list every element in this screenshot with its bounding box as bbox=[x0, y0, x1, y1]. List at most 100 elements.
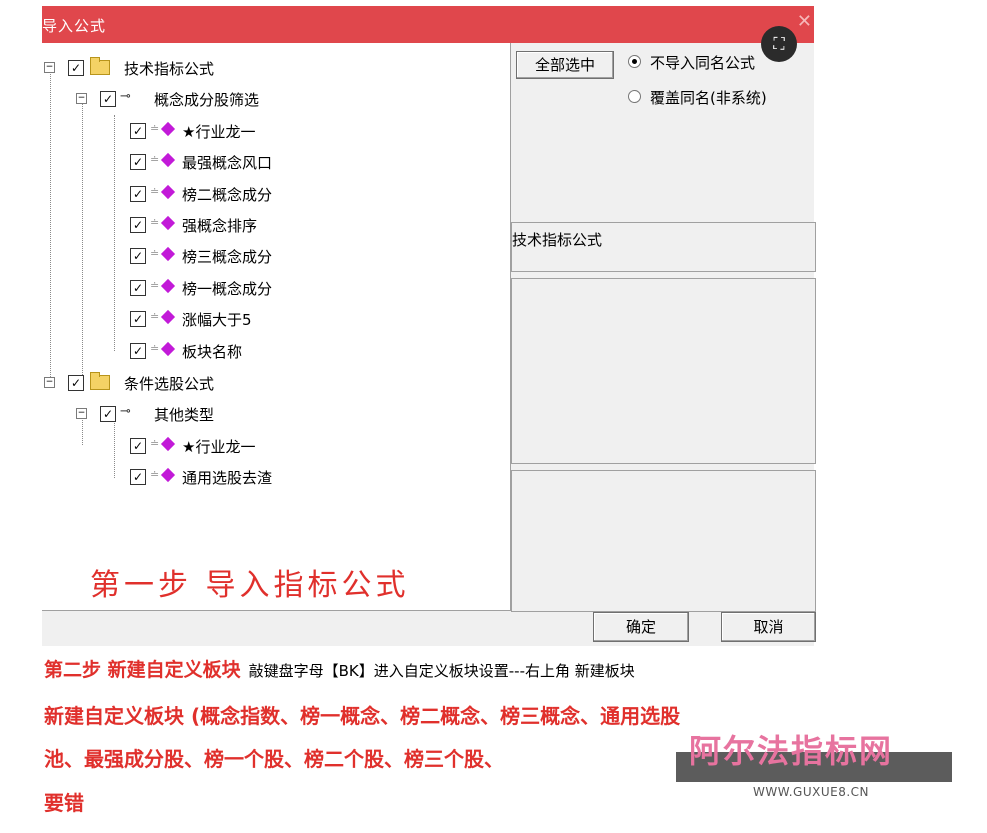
diamond-icon bbox=[160, 341, 176, 357]
tree-label: 其他类型 bbox=[154, 406, 215, 424]
close-icon[interactable]: ✕ bbox=[797, 11, 812, 32]
checkbox-checked[interactable]: ✓ bbox=[130, 311, 146, 327]
instruction-line-2: 池、最强成分股、榜一个股、榜二个股、榜三个股、 bbox=[44, 747, 504, 771]
checkbox-checked[interactable]: ✓ bbox=[130, 217, 146, 233]
checkbox-checked[interactable]: ✓ bbox=[130, 154, 146, 170]
tree-line bbox=[82, 98, 83, 383]
tree-subgroup-other[interactable]: − ✓ ⊸ 其他类型 bbox=[76, 402, 316, 424]
tree-group-condition[interactable]: − ✓ 条件选股公式 bbox=[44, 371, 284, 393]
formula-tree: − ✓ 技术指标公式 − ✓ ⊸ 概念成分股筛选 ✓ ≐ ★行业龙一 ✓ ≐ 最… bbox=[42, 43, 511, 611]
radio-unselected-icon[interactable] bbox=[628, 90, 641, 103]
tree-item[interactable]: ✓ ≐ ★行业龙一 bbox=[130, 434, 330, 456]
tree-label: 条件选股公式 bbox=[124, 375, 215, 393]
folder-icon bbox=[90, 57, 110, 75]
diamond-icon bbox=[160, 246, 176, 262]
tree-label: 技术指标公式 bbox=[124, 60, 215, 78]
diamond-icon bbox=[160, 467, 176, 483]
diamond-icon bbox=[160, 121, 176, 137]
step1-caption: 第一步 导入指标公式 bbox=[90, 568, 410, 603]
tree-item[interactable]: ✓ ≐ 强概念排序 bbox=[130, 213, 330, 235]
tree-label: 涨幅大于5 bbox=[182, 311, 252, 329]
diamond-icon bbox=[160, 278, 176, 294]
checkbox-checked[interactable]: ✓ bbox=[100, 91, 116, 107]
tree-line bbox=[50, 67, 51, 383]
instruction-line-3: 要错 bbox=[44, 791, 84, 815]
checkbox-checked[interactable]: ✓ bbox=[100, 406, 116, 422]
instruction-line-1: 新建自定义板块 (概念指数、榜一概念、榜二概念、榜三概念、通用选股 bbox=[44, 704, 681, 728]
formula-type-label: 技术指标公式 bbox=[512, 231, 603, 249]
checkbox-checked[interactable]: ✓ bbox=[130, 469, 146, 485]
tree-label: 板块名称 bbox=[182, 343, 243, 361]
radio-no-import[interactable]: 不导入同名公式 bbox=[628, 52, 808, 72]
step2-title: 第二步 新建自定义板块 bbox=[44, 659, 241, 681]
import-formula-dialog: 导入公式 ✕ ⛶ − ✓ 技术指标公式 − ✓ ⊸ 概念成分股筛选 ✓ ≐ ★行… bbox=[42, 6, 816, 646]
tree-item[interactable]: ✓ ≐ 通用选股去渣 bbox=[130, 465, 330, 487]
key-icon: ⊸ bbox=[120, 404, 131, 419]
checkbox-checked[interactable]: ✓ bbox=[130, 343, 146, 359]
checkbox-checked[interactable]: ✓ bbox=[130, 248, 146, 264]
checkbox-checked[interactable]: ✓ bbox=[130, 280, 146, 296]
step2-line: 第二步 新建自定义板块 敲键盘字母【BK】进入自定义板块设置---右上角 新建板块 bbox=[44, 655, 635, 682]
tree-item[interactable]: ✓ ≐ 涨幅大于5 bbox=[130, 307, 330, 329]
diamond-icon bbox=[160, 215, 176, 231]
tree-label: 榜三概念成分 bbox=[182, 248, 273, 266]
formula-icon: ≐ bbox=[150, 310, 160, 323]
tree-item[interactable]: ✓ ≐ 榜三概念成分 bbox=[130, 244, 330, 266]
checkbox-checked[interactable]: ✓ bbox=[68, 375, 84, 391]
select-all-button[interactable]: 全部选中 bbox=[516, 51, 614, 79]
tree-item[interactable]: ✓ ≐ 最强概念风口 bbox=[130, 150, 330, 172]
radio-label: 不导入同名公式 bbox=[650, 54, 756, 72]
collapse-icon[interactable]: − bbox=[44, 62, 55, 73]
formula-icon: ≐ bbox=[150, 437, 160, 450]
checkbox-checked[interactable]: ✓ bbox=[130, 438, 146, 454]
tree-label: 强概念排序 bbox=[182, 217, 258, 235]
collapse-icon[interactable]: − bbox=[76, 93, 87, 104]
formula-desc-panel bbox=[511, 470, 816, 612]
radio-overwrite[interactable]: 覆盖同名(非系统) bbox=[628, 87, 808, 107]
tree-label: 最强概念风口 bbox=[182, 154, 273, 172]
diamond-icon bbox=[160, 436, 176, 452]
tree-item[interactable]: ✓ ≐ 板块名称 bbox=[130, 339, 330, 361]
diamond-icon bbox=[160, 184, 176, 200]
formula-icon: ≐ bbox=[150, 279, 160, 292]
formula-info-panel bbox=[511, 278, 816, 464]
formula-icon: ≐ bbox=[150, 153, 160, 166]
formula-icon: ≐ bbox=[150, 468, 160, 481]
tree-label: 榜二概念成分 bbox=[182, 186, 273, 204]
formula-icon: ≐ bbox=[150, 247, 160, 260]
tree-label: 概念成分股筛选 bbox=[154, 91, 260, 109]
radio-label: 覆盖同名(非系统) bbox=[650, 89, 767, 107]
checkbox-checked[interactable]: ✓ bbox=[68, 60, 84, 76]
formula-icon: ≐ bbox=[150, 122, 160, 135]
key-icon: ⊸ bbox=[120, 89, 131, 104]
checkbox-checked[interactable]: ✓ bbox=[130, 186, 146, 202]
collapse-icon[interactable]: − bbox=[44, 377, 55, 388]
title-bar: 导入公式 ✕ bbox=[42, 6, 814, 43]
tree-item[interactable]: ✓ ≐ 榜二概念成分 bbox=[130, 182, 330, 204]
diamond-icon bbox=[160, 152, 176, 168]
tree-label: 榜一概念成分 bbox=[182, 280, 273, 298]
tree-subgroup-concept[interactable]: − ✓ ⊸ 概念成分股筛选 bbox=[76, 87, 316, 109]
tree-item[interactable]: ✓ ≐ 榜一概念成分 bbox=[130, 276, 330, 298]
tree-line bbox=[114, 115, 115, 351]
tree-line bbox=[114, 415, 115, 478]
step2-desc: 敲键盘字母【BK】进入自定义板块设置---右上角 新建板块 bbox=[248, 662, 635, 680]
formula-icon: ≐ bbox=[150, 185, 160, 198]
tree-item[interactable]: ✓ ≐ ★行业龙一 bbox=[130, 119, 330, 141]
ok-button[interactable]: 确定 bbox=[593, 612, 689, 642]
checkbox-checked[interactable]: ✓ bbox=[130, 123, 146, 139]
tree-label: ★行业龙一 bbox=[182, 438, 256, 456]
folder-icon bbox=[90, 372, 110, 390]
tree-label: ★行业龙一 bbox=[182, 123, 256, 141]
diamond-icon bbox=[160, 309, 176, 325]
tree-label: 通用选股去渣 bbox=[182, 469, 273, 487]
tree-group-technical[interactable]: − ✓ 技术指标公式 bbox=[44, 56, 284, 78]
formula-icon: ≐ bbox=[150, 342, 160, 355]
formula-icon: ≐ bbox=[150, 216, 160, 229]
watermark-url: WWW.GUXUE8.CN bbox=[753, 785, 870, 799]
cancel-button[interactable]: 取消 bbox=[721, 612, 816, 642]
radio-selected-icon[interactable] bbox=[628, 55, 641, 68]
collapse-icon[interactable]: − bbox=[76, 408, 87, 419]
watermark-logo: 阿尔法指标网 bbox=[689, 732, 894, 770]
dialog-title: 导入公式 bbox=[42, 17, 107, 35]
